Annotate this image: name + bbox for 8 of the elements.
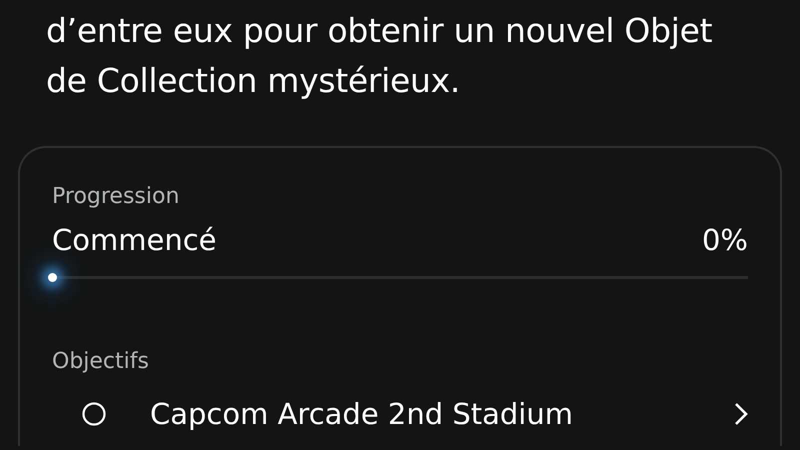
status-text: Commencé	[52, 222, 216, 258]
objective-title: Capcom Arcade 2nd Stadium	[150, 397, 574, 431]
objective-row[interactable]: Capcom Arcade 2nd Stadium	[52, 397, 748, 431]
percent-text: 0%	[702, 222, 748, 258]
section-label: Progression	[52, 184, 180, 210]
chevron-right-icon	[734, 402, 748, 426]
section-label: Objectifs	[52, 349, 150, 375]
description-text: d’entre eux pour obtenir un nouvel Objet de Collection mystérieux.	[46, 10, 714, 102]
